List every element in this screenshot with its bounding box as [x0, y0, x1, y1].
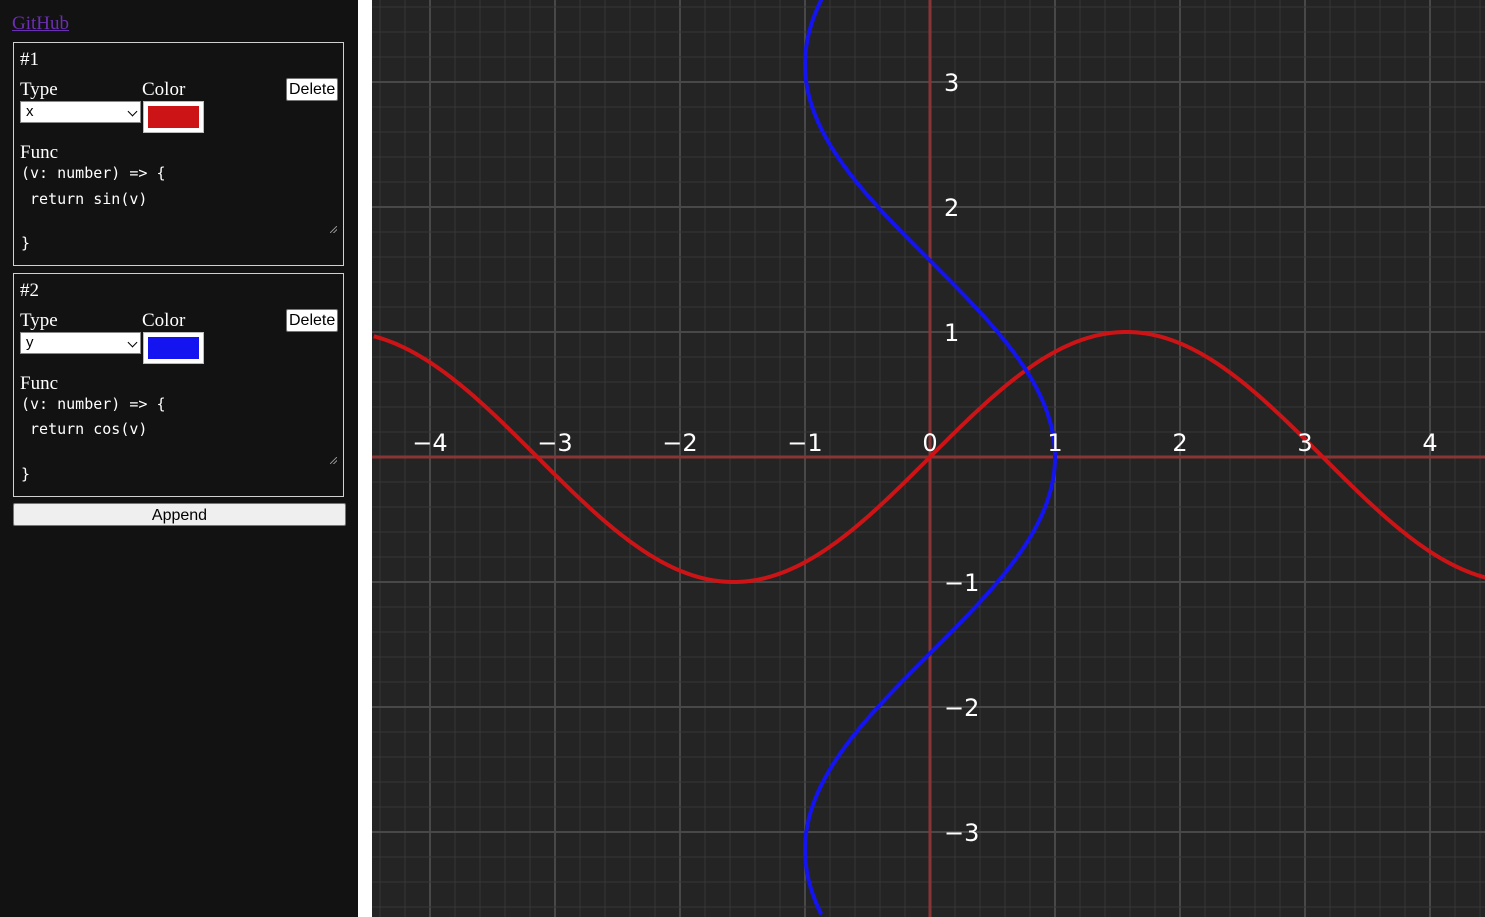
- func-body-editor[interactable]: return sin(v): [21, 189, 147, 209]
- x-tick-label: 4: [1422, 429, 1437, 457]
- color-picker[interactable]: [143, 101, 204, 133]
- color-swatch-fill: [148, 106, 199, 128]
- x-tick-label: −4: [412, 429, 447, 457]
- func-label: Func: [20, 142, 58, 163]
- x-tick-label: 0: [922, 429, 937, 457]
- color-swatch-fill: [148, 337, 199, 359]
- y-tick-label: 3: [944, 69, 959, 97]
- func-body-editor[interactable]: return cos(v): [21, 419, 147, 439]
- type-select-value: x: [26, 103, 34, 120]
- x-tick-label: 1: [1047, 429, 1062, 457]
- y-tick-label: −3: [944, 819, 979, 847]
- x-tick-label: 2: [1172, 429, 1187, 457]
- graph-canvas[interactable]: −4 −3 −2 −1 0 1 2 3 4 3 2 1 −1 −2 −3: [372, 0, 1485, 917]
- type-select[interactable]: y: [20, 332, 141, 354]
- y-tick-label: −2: [944, 694, 979, 722]
- graph-svg: −4 −3 −2 −1 0 1 2 3 4 3 2 1 −1 −2 −3: [372, 0, 1485, 917]
- function-card-2: #2 Type Color Delete y Func (v: number) …: [13, 273, 344, 497]
- y-tick-label: −1: [944, 569, 979, 597]
- x-tick-label: −1: [787, 429, 822, 457]
- panel-divider[interactable]: [358, 0, 372, 917]
- color-picker[interactable]: [143, 332, 204, 364]
- function-sidebar: GitHub #1 Type Color Delete x Func (v: n…: [0, 0, 358, 917]
- function-title: #1: [20, 49, 39, 70]
- resize-handle-icon[interactable]: [330, 226, 337, 233]
- app-root: GitHub #1 Type Color Delete x Func (v: n…: [0, 0, 1485, 917]
- chevron-down-icon: [127, 337, 138, 348]
- type-label: Type: [20, 79, 58, 100]
- y-tick-label: 1: [944, 319, 959, 347]
- append-button[interactable]: Append: [13, 503, 346, 526]
- resize-handle-icon[interactable]: [330, 457, 337, 464]
- y-tick-label: 2: [944, 194, 959, 222]
- color-label: Color: [142, 79, 186, 100]
- func-footer: }: [21, 465, 31, 483]
- color-label: Color: [142, 310, 186, 331]
- func-label: Func: [20, 373, 58, 394]
- func-header: (v: number) => {: [21, 164, 166, 182]
- function-card-1: #1 Type Color Delete x Func (v: number) …: [13, 42, 344, 266]
- func-header: (v: number) => {: [21, 395, 166, 413]
- x-tick-label: −2: [662, 429, 697, 457]
- chevron-down-icon: [127, 106, 138, 117]
- github-link[interactable]: GitHub: [12, 12, 69, 36]
- x-tick-label: −3: [537, 429, 572, 457]
- delete-button[interactable]: Delete: [286, 78, 339, 101]
- function-title: #2: [20, 280, 39, 301]
- delete-button[interactable]: Delete: [286, 309, 339, 332]
- x-tick-label: 3: [1297, 429, 1312, 457]
- func-footer: }: [21, 234, 31, 252]
- type-label: Type: [20, 310, 58, 331]
- type-select-value: y: [26, 334, 34, 351]
- type-select[interactable]: x: [20, 101, 141, 123]
